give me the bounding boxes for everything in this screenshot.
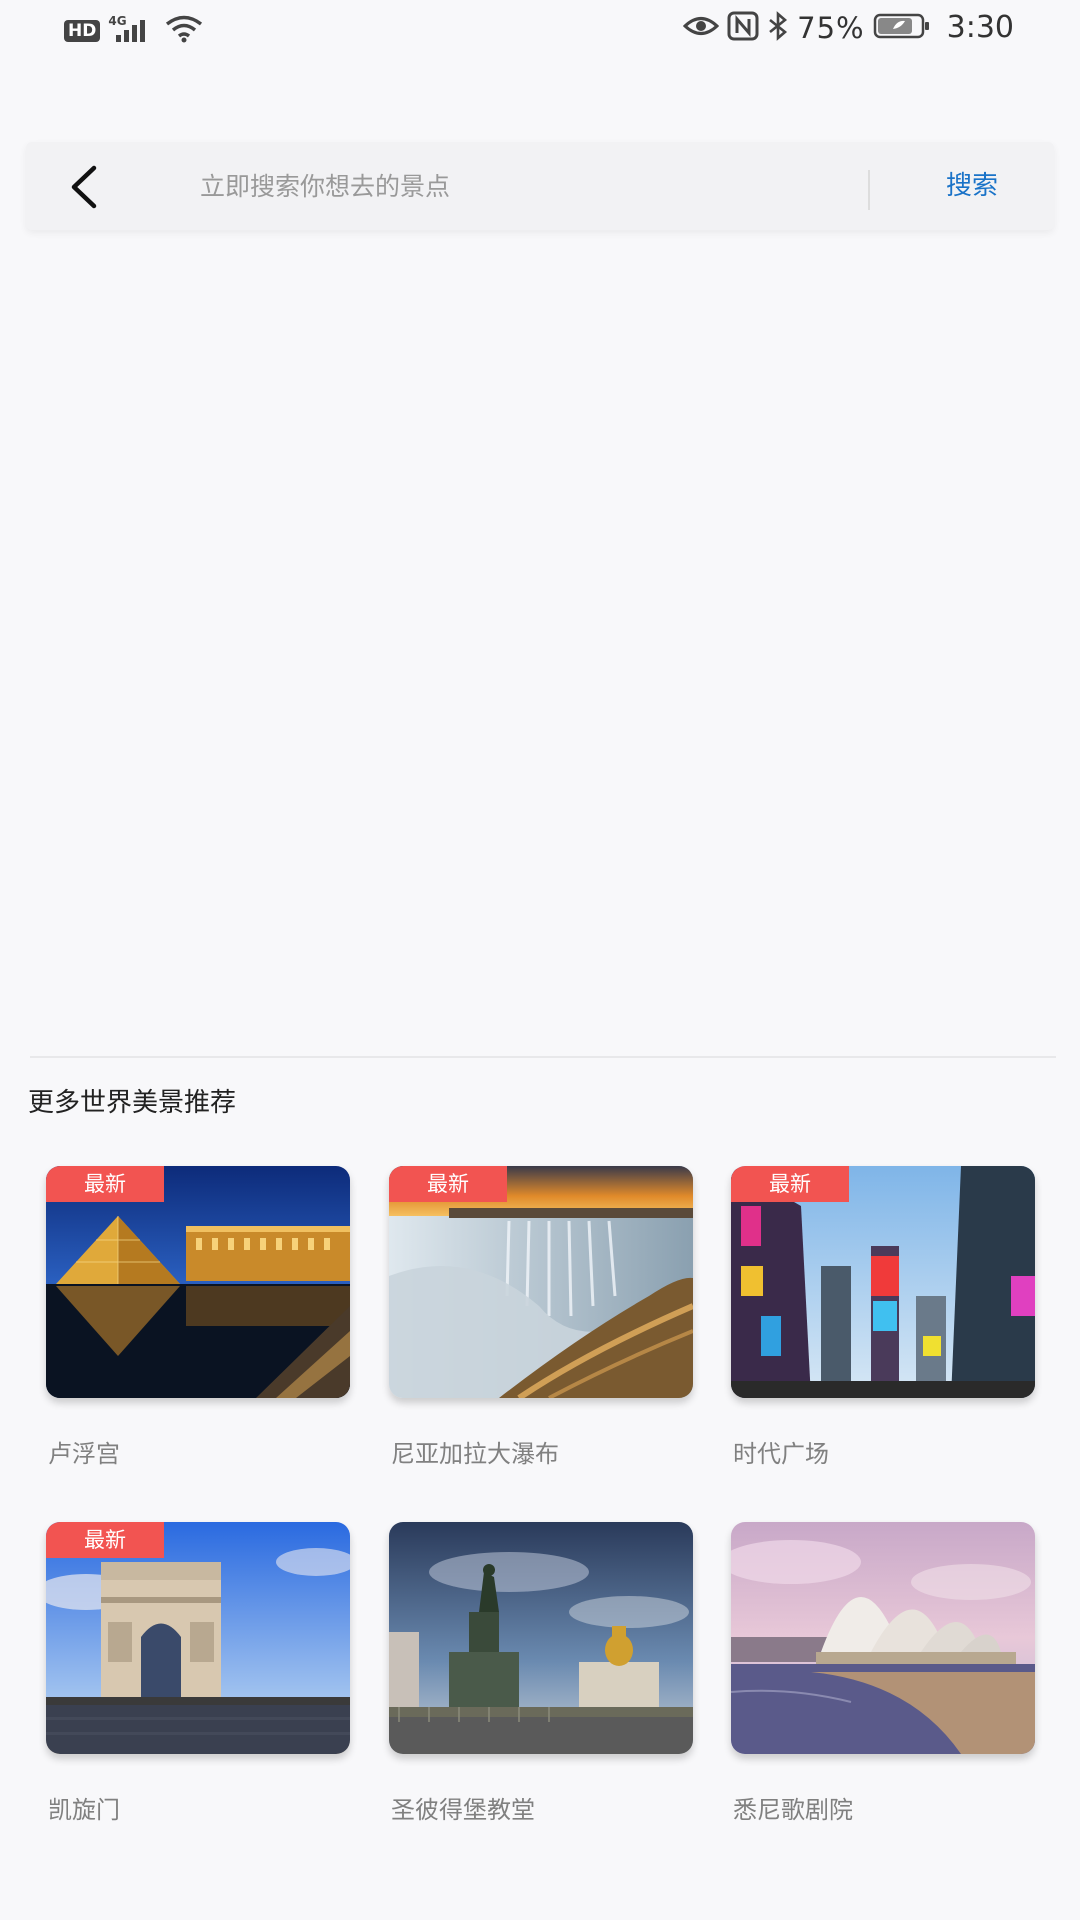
card-image[interactable]: 最新 [46,1166,350,1398]
search-button[interactable]: 搜索 [946,164,998,208]
attraction-card-arc-de-triomphe[interactable]: 最新 凯旋门 [46,1522,350,1825]
battery-percent: 75% [797,10,865,45]
search-bar: 搜索 [26,142,1054,230]
attraction-card-st-petersburg[interactable]: 圣彼得堡教堂 [389,1522,693,1825]
card-title: 凯旋门 [48,1796,120,1824]
search-input[interactable] [174,160,864,212]
wifi-icon [164,14,204,48]
card-title: 卢浮宫 [48,1440,120,1468]
card-image[interactable]: 最新 [46,1522,350,1754]
hd-icon: HD [64,20,101,42]
card-title: 圣彼得堡教堂 [391,1796,535,1824]
status-bar: HD 4G 75% 3:30 [0,0,1080,62]
new-badge: 最新 [389,1166,507,1202]
new-badge: 最新 [731,1166,849,1202]
attraction-card-louvre[interactable]: 最新 卢浮宫 [46,1166,350,1469]
card-image[interactable]: 最新 [389,1166,693,1398]
status-right: 75% 3:30 [682,10,1014,45]
signal-icon: 4G [108,14,156,46]
clock: 3:30 [946,10,1014,45]
card-image[interactable] [389,1522,693,1754]
section-divider [30,1056,1056,1058]
st-petersburg-image [389,1522,693,1754]
nfc-icon [727,11,759,45]
new-badge: 最新 [46,1166,164,1202]
card-title: 尼亚加拉大瀑布 [391,1440,559,1468]
section-title: 更多世界美景推荐 [28,1088,237,1118]
card-image[interactable] [731,1522,1035,1754]
new-badge: 最新 [46,1522,164,1558]
attraction-card-niagara[interactable]: 最新 尼亚加拉大瀑布 [389,1166,693,1469]
status-left: HD 4G [64,14,204,48]
eye-icon [682,13,720,43]
search-divider [868,170,870,210]
card-title: 时代广场 [733,1440,829,1468]
card-image[interactable]: 最新 [731,1166,1035,1398]
attraction-card-times-square[interactable]: 最新 时代广场 [731,1166,1035,1469]
battery-icon [873,12,931,44]
card-title: 悉尼歌剧院 [733,1796,853,1824]
attraction-card-sydney-opera-house[interactable]: 悉尼歌剧院 [731,1522,1035,1825]
sydney-opera-house-image [731,1522,1035,1754]
back-arrow-icon[interactable] [64,162,114,212]
bluetooth-icon [767,10,789,45]
